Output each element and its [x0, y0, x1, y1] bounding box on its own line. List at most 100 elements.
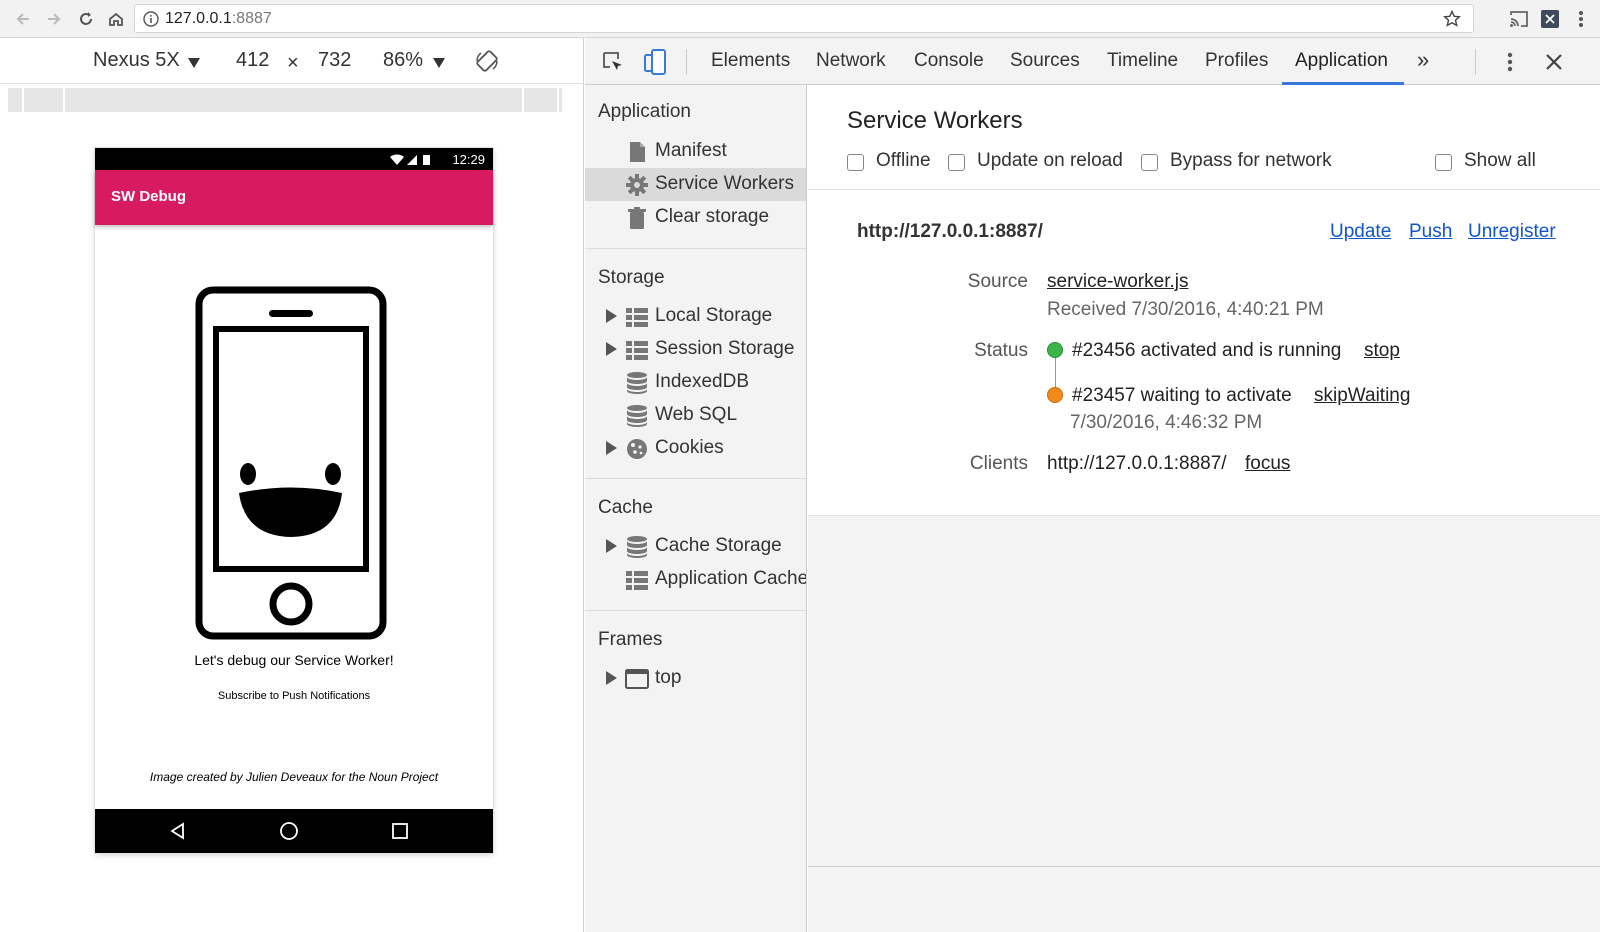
focus-link[interactable]: focus	[1245, 453, 1290, 475]
skip-waiting-link[interactable]: skipWaiting	[1314, 385, 1410, 407]
inspect-element-icon[interactable]	[599, 48, 627, 76]
sidebar-item-indexeddb[interactable]: IndexedDB	[585, 366, 806, 399]
update-link[interactable]: Update	[1330, 221, 1391, 243]
info-icon[interactable]	[143, 11, 159, 27]
sidebar-item-label: IndexedDB	[655, 371, 750, 392]
sidebar-divider	[585, 248, 806, 249]
dimension-separator: ×	[287, 52, 299, 74]
sidebar-item-cookies[interactable]: Cookies	[585, 432, 806, 465]
media-query-ruler[interactable]	[8, 88, 562, 112]
close-devtools-icon[interactable]	[1540, 48, 1568, 76]
database-icon	[627, 372, 647, 394]
extension-icon[interactable]	[1539, 8, 1561, 30]
tab-console[interactable]: Console	[914, 50, 984, 72]
status-waiting-time: 7/30/2016, 4:46:32 PM	[1070, 412, 1263, 433]
sidebar-item-local-storage[interactable]: Local Storage	[585, 300, 806, 333]
tab-profiles[interactable]: Profiles	[1205, 50, 1268, 72]
url-port: :8887	[231, 10, 272, 27]
nav-recents-icon[interactable]	[389, 820, 411, 842]
app-bar: SW Debug	[95, 170, 493, 225]
emulated-phone-viewport: 12:29 SW Debug Let's debug our Service W…	[95, 148, 493, 853]
status-connector-line	[1055, 358, 1056, 387]
device-toolbar: Nexus 5X 412 × 732 86%	[0, 38, 584, 84]
expand-arrow-icon[interactable]	[605, 342, 617, 356]
sidebar-item-application-cache[interactable]: Application Cache	[585, 563, 806, 596]
sidebar-item-label: Local Storage	[655, 305, 773, 326]
devtools-panel: Elements Network Console Sources Timelin…	[585, 38, 1600, 932]
sidebar-item-manifest[interactable]: Manifest	[585, 135, 806, 168]
device-height-input[interactable]: 732	[318, 49, 351, 72]
nav-home-icon[interactable]	[278, 820, 300, 842]
sidebar-item-frame-top[interactable]: top	[585, 662, 806, 695]
tab-elements[interactable]: Elements	[711, 50, 790, 72]
nav-back-icon[interactable]	[167, 820, 189, 842]
status-label: Status	[974, 340, 1028, 361]
checkbox-box[interactable]	[948, 154, 965, 171]
device-select[interactable]: Nexus 5X	[93, 49, 180, 72]
more-tabs-icon[interactable]: »	[1417, 47, 1429, 73]
cast-icon[interactable]	[1508, 8, 1530, 30]
back-icon[interactable]	[12, 8, 34, 30]
unregister-link[interactable]: Unregister	[1468, 221, 1556, 243]
zoom-select[interactable]: 86%	[383, 49, 423, 72]
checkbox-box[interactable]	[847, 154, 864, 171]
sidebar-item-service-workers[interactable]: Service Workers	[585, 168, 806, 201]
expand-arrow-icon[interactable]	[605, 539, 617, 553]
checkbox-box[interactable]	[1141, 154, 1158, 171]
tab-sources[interactable]: Sources	[1010, 50, 1080, 72]
sidebar-head-application: Application	[598, 101, 691, 122]
checkbox-label: Show all	[1464, 150, 1536, 171]
device-toggle-icon[interactable]	[641, 48, 669, 76]
url-bar[interactable]: 127.0.0.1:8887	[134, 4, 1474, 33]
push-link[interactable]: Push	[1409, 221, 1452, 243]
android-nav-bar	[95, 809, 493, 853]
checkbox-label: Bypass for network	[1170, 150, 1332, 171]
sidebar-item-session-storage[interactable]: Session Storage	[585, 333, 806, 366]
expand-arrow-icon[interactable]	[605, 441, 617, 455]
stop-link[interactable]: stop	[1364, 340, 1400, 362]
source-file-link[interactable]: service-worker.js	[1047, 271, 1188, 293]
received-time: Received 7/30/2016, 4:40:21 PM	[1047, 299, 1324, 320]
running-status-dot	[1047, 342, 1063, 358]
checkbox-box[interactable]	[1435, 154, 1452, 171]
tab-timeline[interactable]: Timeline	[1107, 50, 1178, 72]
device-dropdown-icon[interactable]	[188, 58, 200, 68]
headline: Let's debug our Service Worker!	[194, 652, 394, 668]
sidebar-item-cache-storage[interactable]: Cache Storage	[585, 530, 806, 563]
sidebar-divider	[585, 610, 806, 611]
database-icon	[627, 405, 647, 427]
tab-network[interactable]: Network	[816, 50, 886, 72]
expand-arrow-icon[interactable]	[605, 309, 617, 323]
sidebar-item-label: top	[655, 667, 682, 688]
checkbox-label: Update on reload	[977, 150, 1123, 171]
android-status-bar: 12:29	[95, 148, 493, 170]
frame-window-icon	[625, 669, 649, 689]
devtools-menu-icon[interactable]	[1496, 48, 1524, 76]
home-icon[interactable]	[105, 8, 127, 30]
rotate-icon[interactable]	[475, 49, 499, 73]
options-divider	[808, 189, 1600, 190]
expand-arrow-icon[interactable]	[605, 671, 617, 685]
sidebar-item-clear-storage[interactable]: Clear storage	[585, 201, 806, 234]
subscribe-push-button[interactable]: Subscribe to Push Notifications	[95, 690, 493, 702]
status-waiting-text: #23457 waiting to activate	[1072, 385, 1292, 406]
bookmark-star-icon[interactable]	[1443, 10, 1461, 28]
application-sidebar: Application Manifest Service Workers Cle…	[585, 85, 807, 932]
sidebar-head-storage: Storage	[598, 267, 665, 288]
device-width-input[interactable]: 412	[236, 49, 269, 72]
gear-icon	[626, 174, 648, 196]
sidebar-item-web-sql[interactable]: Web SQL	[585, 399, 806, 432]
zoom-dropdown-icon[interactable]	[433, 58, 445, 68]
trash-icon	[628, 207, 646, 229]
clients-label: Clients	[969, 453, 1028, 474]
tab-application[interactable]: Application	[1295, 50, 1388, 72]
image-credit: Image created by Julien Deveaux for the …	[149, 770, 439, 784]
reload-icon[interactable]	[75, 8, 97, 30]
sidebar-item-label: Cache Storage	[655, 535, 782, 556]
status-active-text: #23456 activated and is running	[1072, 340, 1342, 361]
sidebar-item-label: Service Workers	[655, 173, 795, 194]
browser-menu-icon[interactable]	[1570, 8, 1592, 30]
forward-icon[interactable]	[43, 8, 65, 30]
devtools-toolbar: Elements Network Console Sources Timelin…	[585, 38, 1600, 85]
database-icon	[627, 536, 647, 558]
